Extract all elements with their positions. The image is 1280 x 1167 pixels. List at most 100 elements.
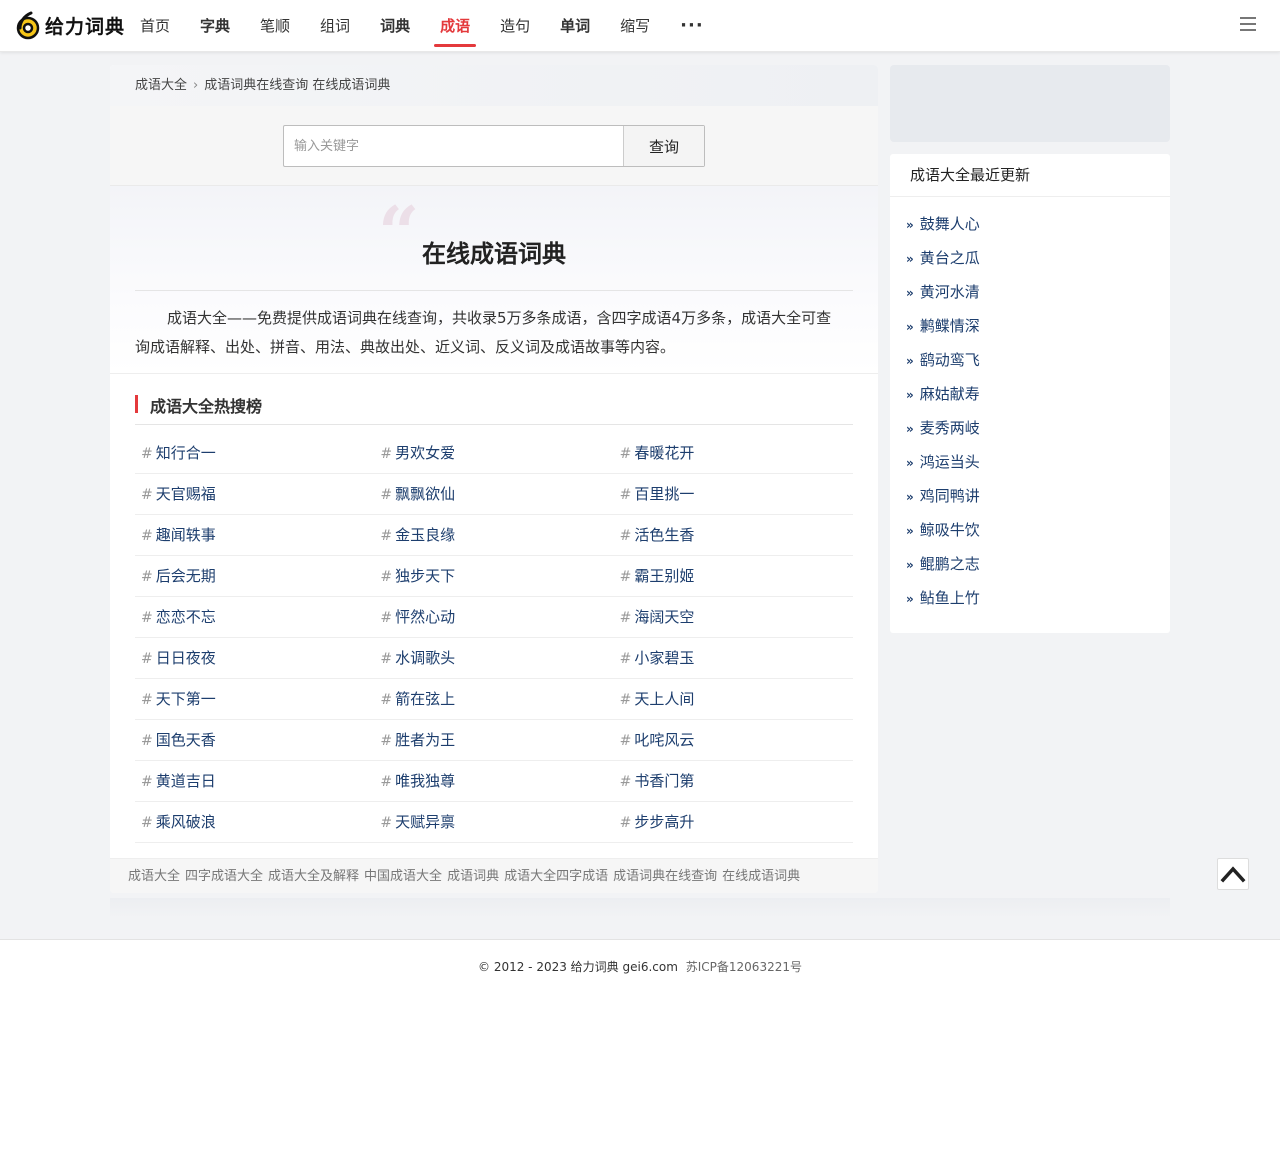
- sidebar-item[interactable]: » 鸿运当头: [906, 445, 1170, 479]
- hot-list-row: # 后会无期 # 独步天下 # 霸王别姬: [135, 556, 853, 597]
- hot-list: # 知行合一 # 男欢女爱 # 春暖花开 # 天官赐福 # 飘飘欲仙 # 百里挑一 # 趣闻轶事 # 金玉良缘…: [135, 433, 853, 843]
- nav-item-chengyu[interactable]: 成语: [434, 0, 477, 52]
- hot-idiom-link[interactable]: # 天上人间: [614, 679, 853, 719]
- sidebar-item-label: 鹣鲽情深: [919, 317, 980, 335]
- double-chevron-icon: »: [906, 286, 914, 300]
- menu-icon[interactable]: [1240, 17, 1256, 31]
- hot-idiom-link[interactable]: # 天下第一: [135, 679, 374, 719]
- hot-idiom-link[interactable]: # 霸王别姬: [614, 556, 853, 596]
- sidebar-item-label: 鸡同鸭讲: [919, 487, 980, 505]
- sidebar-item[interactable]: » 黄台之瓜: [906, 241, 1170, 275]
- hot-idiom-link[interactable]: # 小家碧玉: [614, 638, 853, 678]
- nav-more-button[interactable]: ···: [680, 0, 704, 52]
- hot-idiom-link[interactable]: # 知行合一: [135, 433, 374, 473]
- hot-idiom-link[interactable]: # 金玉良缘: [374, 515, 613, 555]
- hash-icon: #: [141, 815, 153, 831]
- hash-icon: #: [380, 528, 393, 544]
- hot-idiom-link[interactable]: # 唯我独尊: [374, 761, 613, 801]
- sidebar-item[interactable]: » 鲲鹏之志: [906, 547, 1170, 581]
- hot-idiom-link[interactable]: # 后会无期: [135, 556, 374, 596]
- top-navbar: 给力词典 首页 字典 笔顺 组词 词典 成语 造句 单词 缩写 ···: [0, 0, 1280, 52]
- icp-link[interactable]: 苏ICP备12063221号: [686, 960, 802, 974]
- footer: © 2012 - 2023 给力词典 gei6.com 苏ICP备1206322…: [0, 939, 1280, 1167]
- idiom-text: 箭在弦上: [395, 690, 456, 708]
- tag-link[interactable]: 成语大全: [128, 869, 180, 884]
- hot-idiom-link[interactable]: # 书香门第: [614, 761, 853, 801]
- hot-idiom-link[interactable]: # 天赋异禀: [374, 802, 613, 842]
- nav-item-cidian[interactable]: 词典: [380, 0, 410, 52]
- hot-idiom-link[interactable]: # 百里挑一: [614, 474, 853, 514]
- tag-link[interactable]: 四字成语大全: [185, 869, 263, 884]
- hash-icon: #: [380, 692, 393, 708]
- tag-link[interactable]: 中国成语大全: [364, 869, 442, 884]
- hot-idiom-link[interactable]: # 乘风破浪: [135, 802, 374, 842]
- hot-idiom-link[interactable]: # 叱咤风云: [614, 720, 853, 760]
- intro-section: “ 在线成语词典 成语大全——免费提供成语词典在线查询，共收录5万多条成语，含四…: [110, 186, 878, 374]
- sidebar-item[interactable]: » 鸡同鸭讲: [906, 479, 1170, 513]
- tag-link[interactable]: 成语大全四字成语: [504, 869, 608, 884]
- section-accent-bar: [135, 395, 138, 413]
- site-logo[interactable]: 给力词典: [16, 9, 125, 41]
- sidebar-item[interactable]: » 黄河水清: [906, 275, 1170, 309]
- hot-idiom-link[interactable]: # 胜者为王: [374, 720, 613, 760]
- sidebar-item-label: 鸿运当头: [919, 453, 980, 471]
- hot-idiom-link[interactable]: # 飘飘欲仙: [374, 474, 613, 514]
- sidebar-item[interactable]: » 鲸吸牛饮: [906, 513, 1170, 547]
- tag-link[interactable]: 成语词典在线查询: [613, 869, 717, 884]
- hot-idiom-link[interactable]: # 水调歌头: [374, 638, 613, 678]
- sidebar-item[interactable]: » 鹞动鸾飞: [906, 343, 1170, 377]
- sidebar-item[interactable]: » 麻姑献寿: [906, 377, 1170, 411]
- hot-idiom-link[interactable]: # 趣闻轶事: [135, 515, 374, 555]
- sidebar-item[interactable]: » 麦秀两岐: [906, 411, 1170, 445]
- sidebar-item-label: 麦秀两岐: [919, 419, 980, 437]
- divider: [135, 290, 853, 291]
- double-chevron-icon: »: [906, 252, 914, 266]
- hot-idiom-link[interactable]: # 海阔天空: [614, 597, 853, 637]
- hash-icon: #: [380, 446, 393, 462]
- hot-idiom-link[interactable]: # 男欢女爱: [374, 433, 613, 473]
- hot-idiom-link[interactable]: # 天官赐福: [135, 474, 374, 514]
- hot-idiom-link[interactable]: # 怦然心动: [374, 597, 613, 637]
- hot-idiom-link[interactable]: # 独步天下: [374, 556, 613, 596]
- search-input[interactable]: [284, 126, 623, 166]
- sidebar-item[interactable]: » 鼓舞人心: [906, 207, 1170, 241]
- sidebar-item[interactable]: » 鲇鱼上竹: [906, 581, 1170, 615]
- nav-item-zaoju[interactable]: 造句: [500, 0, 530, 52]
- idiom-text: 趣闻轶事: [155, 526, 216, 544]
- search-form: 查询: [283, 125, 705, 167]
- tag-link[interactable]: 在线成语词典: [722, 869, 800, 884]
- idiom-text: 后会无期: [155, 567, 216, 585]
- nav-item-zidian[interactable]: 字典: [200, 0, 230, 52]
- nav-item-danci[interactable]: 单词: [560, 0, 590, 52]
- hot-idiom-link[interactable]: # 步步高升: [614, 802, 853, 842]
- nav-item-suoxie[interactable]: 缩写: [620, 0, 650, 52]
- hash-icon: #: [380, 569, 393, 585]
- hot-idiom-link[interactable]: # 恋恋不忘: [135, 597, 374, 637]
- tag-link[interactable]: 成语大全及解释: [268, 869, 359, 884]
- breadcrumb-home[interactable]: 成语大全: [135, 78, 187, 93]
- double-chevron-icon: »: [906, 456, 914, 470]
- idiom-text: 男欢女爱: [395, 444, 456, 462]
- hash-icon: #: [141, 610, 153, 626]
- search-button[interactable]: 查询: [623, 126, 704, 166]
- nav-item-home[interactable]: 首页: [140, 0, 170, 52]
- hash-icon: #: [619, 528, 632, 544]
- tag-link[interactable]: 成语词典: [447, 869, 499, 884]
- nav-item-zuci[interactable]: 组词: [320, 0, 350, 52]
- scroll-to-top-button[interactable]: [1217, 858, 1249, 890]
- hash-icon: #: [619, 487, 632, 503]
- hot-idiom-link[interactable]: # 黄道吉日: [135, 761, 374, 801]
- sidebar-item-label: 鹞动鸾飞: [919, 351, 980, 369]
- nav-item-bishun[interactable]: 笔顺: [260, 0, 290, 52]
- hot-idiom-link[interactable]: # 活色生香: [614, 515, 853, 555]
- hot-idiom-link[interactable]: # 国色天香: [135, 720, 374, 760]
- sidebar-item[interactable]: » 鹣鲽情深: [906, 309, 1170, 343]
- idiom-text: 黄道吉日: [155, 772, 216, 790]
- hot-idiom-link[interactable]: # 箭在弦上: [374, 679, 613, 719]
- hot-list-row: # 天官赐福 # 飘飘欲仙 # 百里挑一: [135, 474, 853, 515]
- hot-idiom-link[interactable]: # 春暖花开: [614, 433, 853, 473]
- hot-idiom-link[interactable]: # 日日夜夜: [135, 638, 374, 678]
- idiom-text: 独步天下: [395, 567, 456, 585]
- idiom-text: 小家碧玉: [634, 649, 695, 667]
- sidebar-item-label: 鼓舞人心: [919, 215, 980, 233]
